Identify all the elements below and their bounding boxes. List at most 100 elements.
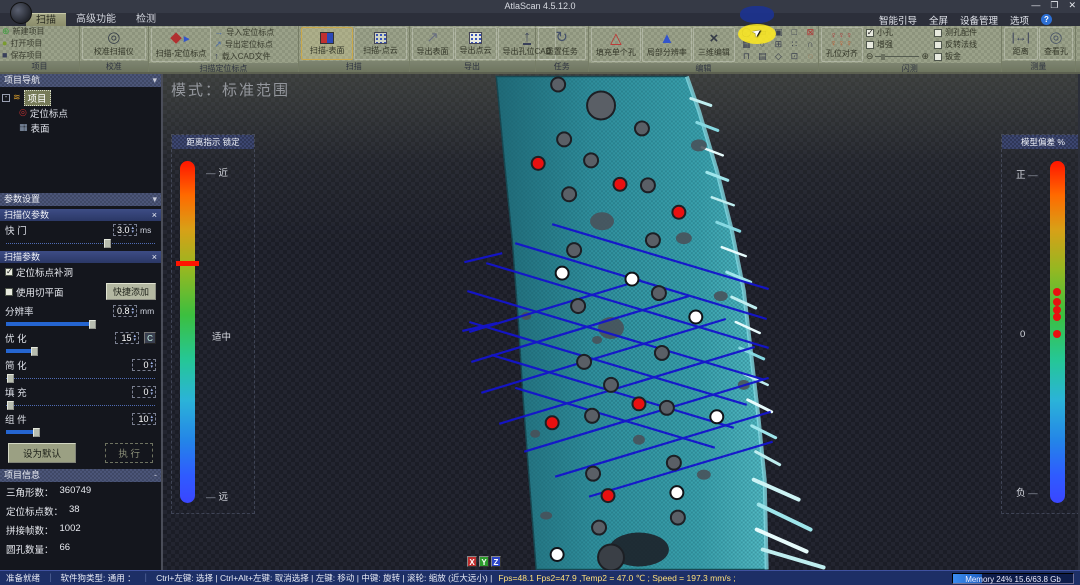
tab-scan[interactable]: 扫描 bbox=[26, 13, 66, 26]
scan-surface-button[interactable]: 扫描-表面 bbox=[301, 27, 353, 60]
shutter-slider[interactable] bbox=[6, 239, 155, 248]
slider-thumb[interactable] bbox=[881, 54, 885, 60]
export-surface-button[interactable]: ↗ 导出表面 bbox=[412, 27, 454, 60]
import-markers-button[interactable]: →导入定位标点 bbox=[214, 27, 274, 38]
quick-add-button[interactable]: 快捷添加 bbox=[106, 283, 156, 300]
axis-z-button[interactable]: Z bbox=[491, 556, 501, 567]
spinner-arrows-icon[interactable]: ▴▾ bbox=[133, 334, 136, 342]
fill-spinner[interactable]: 0▴▾ bbox=[132, 386, 156, 398]
boxed-dot-icon[interactable]: ⊡ bbox=[787, 51, 802, 62]
grid-add-icon[interactable]: ⊞ bbox=[771, 39, 786, 50]
hole-accessory-checkbox[interactable]: 测孔配件 bbox=[934, 27, 977, 38]
workspace: 项目导航▾ - ≋ 项目 ◎ 定位标点 ▦ 表面 参数设置▾ bbox=[0, 74, 1080, 570]
slider-track[interactable] bbox=[875, 56, 919, 57]
menu-options[interactable]: 选项 bbox=[1010, 13, 1029, 27]
spinner-arrows-icon[interactable]: ▴▾ bbox=[131, 226, 134, 234]
cut-plane-checkbox[interactable]: 使用切平面 bbox=[5, 285, 64, 299]
cap-tool-icon[interactable]: ⊓ bbox=[739, 51, 754, 62]
slider-thumb[interactable] bbox=[7, 401, 14, 410]
resolution-label: 分辨率 bbox=[5, 304, 34, 318]
close-section-icon[interactable]: × bbox=[152, 251, 157, 263]
spinner-arrows-icon[interactable]: ▴▾ bbox=[150, 415, 153, 423]
open-project-button[interactable]: ●打开项目 bbox=[2, 38, 77, 49]
minimize-button[interactable]: — bbox=[1031, 0, 1040, 11]
collapse-icon[interactable]: ▾ bbox=[152, 193, 157, 206]
menu-smart-guide[interactable]: 智能引导 bbox=[879, 13, 917, 27]
local-resolution-button[interactable]: ▲ 局部分辨率 bbox=[642, 27, 692, 62]
sheet-metal-checkbox[interactable]: 钣金 bbox=[934, 51, 977, 62]
scan-pointcloud-button[interactable]: 扫描-点云 bbox=[354, 27, 406, 60]
component-slider[interactable] bbox=[6, 428, 155, 437]
slider-thumb[interactable] bbox=[31, 347, 38, 356]
slider-thumb[interactable] bbox=[104, 239, 111, 248]
spinner-arrows-icon[interactable]: ▴▾ bbox=[150, 361, 153, 369]
diamond-tool-icon[interactable]: ◇ bbox=[771, 51, 786, 62]
plus-icon[interactable]: ⊕ bbox=[921, 51, 929, 62]
calibrate-scanner-button[interactable]: ◎ 校准扫描仪 bbox=[82, 27, 146, 60]
maximize-button[interactable]: ❐ bbox=[1050, 0, 1058, 11]
fill-markers-checkbox[interactable]: 定位标点补洞 bbox=[5, 265, 73, 279]
scan-3d-viewport[interactable]: 模式：标准范围 距离指示 锁定 —近 适中 —远 模型偏差 % 正 — bbox=[163, 74, 1078, 570]
menu-device-manager[interactable]: 设备管理 bbox=[960, 13, 998, 27]
delete-selection-icon[interactable]: ⊠ bbox=[803, 27, 818, 38]
bridge-tool-icon[interactable]: ∩ bbox=[803, 39, 818, 50]
enhance-checkbox[interactable]: 增强 bbox=[866, 39, 929, 50]
component-spinner[interactable]: 10▴▾ bbox=[132, 413, 156, 425]
minus-icon[interactable]: ⊖ bbox=[866, 51, 874, 62]
3d-edit-button[interactable]: × 三维编辑 bbox=[693, 27, 735, 62]
tree-node-project[interactable]: - ≋ 项目 bbox=[2, 90, 159, 105]
optimize-refresh-icon[interactable]: C bbox=[144, 332, 156, 344]
collapse-icon[interactable]: ▾ bbox=[152, 74, 157, 87]
shutter-spinner[interactable]: 3.0▴▾ bbox=[113, 224, 137, 236]
flash-sensitivity-slider[interactable]: ⊖⊕ bbox=[866, 51, 929, 62]
dashed-circle-icon[interactable]: ◌ bbox=[803, 51, 818, 62]
reset-task-button[interactable]: ↻ 重置任务 bbox=[538, 27, 586, 60]
view-hole-button[interactable]: ◎ 查看孔 bbox=[1039, 27, 1073, 60]
fill-slider[interactable] bbox=[6, 401, 155, 410]
invert-normals-checkbox[interactable]: 反转法线 bbox=[934, 39, 977, 50]
export-markers-button[interactable]: ↗导出定位标点 bbox=[214, 39, 274, 50]
save-project-button[interactable]: ■保存项目 bbox=[2, 50, 77, 61]
close-section-icon[interactable]: × bbox=[152, 209, 157, 221]
points-tool-icon[interactable]: ∷ bbox=[787, 39, 802, 50]
set-default-button[interactable]: 设为默认 bbox=[8, 443, 76, 463]
simplify-spinner[interactable]: 0▴▾ bbox=[132, 359, 156, 371]
optimize-spinner[interactable]: 15▴▾ bbox=[115, 332, 139, 344]
tab-inspect[interactable]: 检测 bbox=[126, 13, 166, 26]
collapse-icon[interactable]: - bbox=[154, 469, 157, 482]
menu-fullscreen[interactable]: 全屏 bbox=[929, 13, 948, 27]
tree-node-markers[interactable]: ◎ 定位标点 bbox=[2, 105, 159, 120]
spinner-arrows-icon[interactable]: ▴▾ bbox=[150, 388, 153, 396]
execute-button[interactable]: 执 行 bbox=[105, 443, 153, 463]
close-button[interactable]: ✕ bbox=[1068, 0, 1076, 11]
distance-button[interactable]: |↔| 距离 bbox=[1004, 27, 1038, 60]
tree-node-surface-label[interactable]: 表面 bbox=[31, 121, 50, 135]
optimize-slider[interactable] bbox=[6, 347, 155, 356]
small-hole-checkbox[interactable]: 小孔 bbox=[866, 27, 929, 38]
square-tool-icon[interactable]: □ bbox=[787, 27, 802, 38]
load-cad-button[interactable]: ↑载入CAD文件 bbox=[214, 51, 274, 62]
resolution-slider[interactable] bbox=[6, 320, 155, 329]
spinner-arrows-icon[interactable]: ▴▾ bbox=[131, 307, 134, 315]
axis-y-button[interactable]: Y bbox=[479, 556, 489, 567]
hole-align-button[interactable]: ♀♀♀♀♀♀ 孔位对齐 bbox=[821, 27, 863, 62]
help-icon[interactable]: ? bbox=[1041, 14, 1052, 25]
slider-thumb[interactable] bbox=[89, 320, 96, 329]
tree-node-project-label[interactable]: 项目 bbox=[24, 90, 51, 106]
slider-thumb[interactable] bbox=[7, 374, 14, 383]
scan-object[interactable] bbox=[496, 77, 766, 570]
scan-markers-button[interactable]: ◆► 扫描-定位标点 bbox=[151, 27, 212, 62]
tab-advanced[interactable]: 高级功能 bbox=[66, 13, 126, 26]
simplify-slider[interactable] bbox=[6, 374, 155, 383]
new-project-button[interactable]: ⊕新建项目 bbox=[2, 26, 77, 37]
slider-thumb[interactable] bbox=[33, 428, 40, 437]
expand-icon[interactable]: - bbox=[2, 94, 10, 102]
ribbon-group-export: ↗ 导出表面 导出点云 ↑ 导出孔位CAD 导出 bbox=[410, 26, 536, 72]
layers-tool-icon[interactable]: ▤ bbox=[755, 51, 770, 62]
resolution-spinner[interactable]: 0.8▴▾ bbox=[113, 305, 137, 317]
export-pointcloud-button[interactable]: 导出点云 bbox=[455, 27, 497, 60]
tree-node-markers-label[interactable]: 定位标点 bbox=[30, 106, 68, 120]
tree-node-surface[interactable]: ▦ 表面 bbox=[2, 120, 159, 135]
fill-single-hole-button[interactable]: △ 填充单个孔 bbox=[591, 27, 641, 62]
axis-x-button[interactable]: X bbox=[467, 556, 477, 567]
